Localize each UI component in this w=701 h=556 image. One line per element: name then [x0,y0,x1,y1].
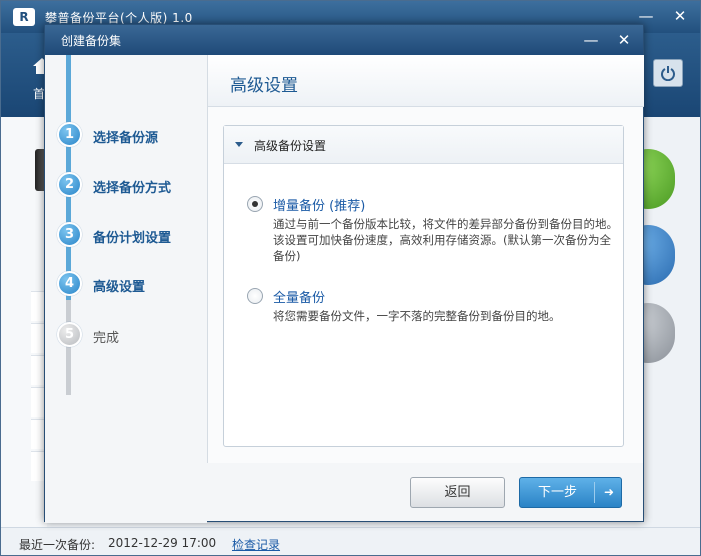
step-number: 2 [57,172,82,197]
back-button[interactable]: 返回 [410,477,505,508]
step-number: 5 [57,322,82,347]
dialog-titlebar: 创建备份集 — ✕ [45,25,643,55]
triangle-down-icon[interactable] [235,142,243,147]
step-advanced[interactable]: 4 高级设置 [45,269,207,299]
step-number: 4 [57,271,82,296]
step-select-source[interactable]: 1 选择备份源 [45,120,207,150]
step-label: 选择备份方式 [93,181,172,196]
step-sidebar: 1 选择备份源 2 选择备份方式 3 备份计划设置 4 高级设置 5 完成 [45,55,207,523]
check-records-link[interactable]: 检查记录 [232,536,280,553]
arrow-right-icon: ➜ [603,485,615,499]
incremental-backup-option[interactable]: 增量备份 (推荐) 通过与前一个备份版本比较，将文件的差异部分备份到备份目的地。… [243,195,618,275]
step-label: 备份计划设置 [93,231,172,246]
step-label: 高级设置 [93,280,146,295]
button-divider [594,482,595,503]
option-title[interactable]: 增量备份 (推荐) [273,195,365,214]
next-label: 下一步 [537,485,577,500]
option-description: 通过与前一个备份版本比较，将文件的差异部分备份到备份目的地。该设置可加快备份速度… [273,217,618,263]
page-title: 高级设置 [230,76,298,96]
main-close-button[interactable]: ✕ [669,5,691,27]
step-number: 1 [57,122,82,147]
step-number: 3 [57,222,82,247]
section-title: 高级备份设置 [254,139,327,153]
advanced-settings-group: 高级备份设置 [223,125,624,447]
step-label: 选择备份源 [93,131,159,146]
full-backup-option[interactable]: 全量备份 将您需要备份文件，一字不落的完整备份到备份目的地。 [243,287,613,327]
step-select-method[interactable]: 2 选择备份方式 [45,170,207,200]
step-finish: 5 完成 [45,320,207,350]
dialog-close-button[interactable]: ✕ [613,29,635,51]
create-backup-dialog: 创建备份集 — ✕ 1 选择备份源 2 选择备份方式 3 备份计划设置 4 高级… [44,24,644,523]
power-button[interactable] [653,59,683,87]
app-logo-icon: R [13,8,35,26]
next-button[interactable]: 下一步 ➜ [519,477,622,508]
option-title[interactable]: 全量备份 [273,287,325,306]
incremental-radio[interactable] [247,196,263,212]
section-header[interactable]: 高级备份设置 [224,126,623,164]
step-label: 完成 [93,331,120,346]
last-backup-label: 最近一次备份: [19,538,96,552]
last-backup-time: 2012-12-29 17:00 [108,536,217,550]
power-icon [661,66,675,81]
status-bar: 最近一次备份: 2012-12-29 17:00 检查记录 [1,527,700,555]
content-header: 高级设置 [208,55,644,107]
dialog-minimize-button[interactable]: — [580,29,602,51]
dialog-title: 创建备份集 [61,34,122,48]
option-description: 将您需要备份文件，一字不落的完整备份到备份目的地。 [273,309,561,323]
step-schedule[interactable]: 3 备份计划设置 [45,220,207,250]
full-radio[interactable] [247,288,263,304]
